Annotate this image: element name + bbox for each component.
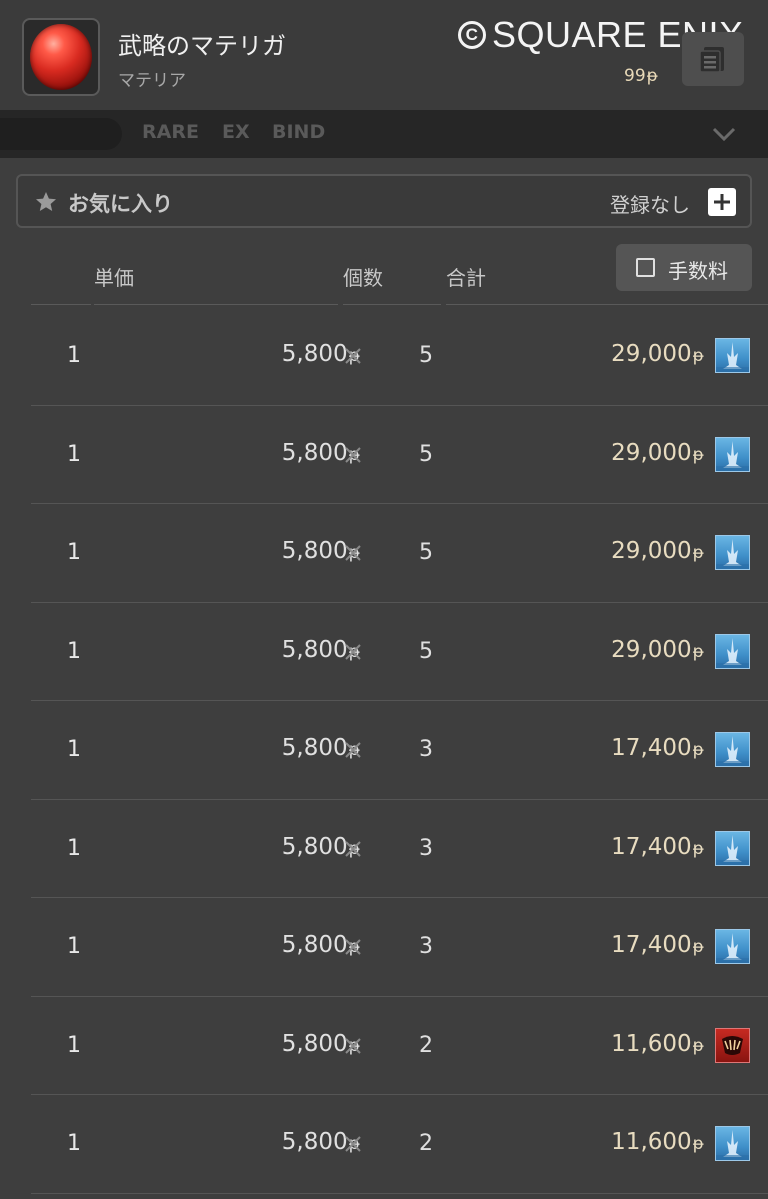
table-row[interactable]: 15,800ᵽ211,600ᵽ (31, 1095, 768, 1194)
total-price: 17,400ᵽ (611, 735, 704, 761)
total-price: 17,400ᵽ (611, 932, 704, 958)
gil-symbol: ᵽ (692, 444, 704, 465)
item-count: 5 (419, 540, 433, 565)
add-favorite-button[interactable] (708, 188, 736, 216)
favorite-bar[interactable]: お気に入り 登録なし (16, 174, 752, 228)
item-count: 3 (419, 737, 433, 762)
total-price: 29,000ᵽ (611, 341, 704, 367)
item-price-small: 99ᵽ (624, 66, 658, 86)
multiply-icon (345, 939, 361, 955)
star-icon (36, 192, 56, 211)
gil-symbol: ᵽ (692, 641, 704, 662)
plus-icon (714, 194, 730, 210)
listing-index: 1 (67, 835, 81, 861)
item-count: 3 (419, 934, 433, 959)
column-divider (343, 304, 441, 305)
total-price: 29,000ᵽ (611, 439, 704, 466)
listing-index: 1 (67, 540, 81, 565)
column-header-total: 合計 (446, 266, 486, 290)
table-row[interactable]: 15,800ᵽ529,000ᵽ (31, 504, 768, 603)
ice-spire-icon (715, 535, 750, 570)
item-count: 5 (419, 638, 433, 664)
total-price: 29,000ᵽ (611, 636, 704, 663)
multiply-icon (345, 545, 361, 561)
total-price: 11,600ᵽ (611, 1129, 704, 1155)
gil-symbol: ᵽ (692, 838, 704, 859)
filter-bar: RARE EX BIND (0, 110, 768, 158)
fee-label: 手数料 (668, 259, 728, 283)
ice-spire-icon (715, 338, 750, 373)
item-count: 3 (419, 835, 433, 861)
listing-index: 1 (67, 343, 81, 368)
favorite-label: お気に入り (68, 192, 173, 216)
ice-spire-icon (715, 830, 750, 866)
ice-spire-icon (715, 929, 750, 964)
listing-index: 1 (67, 1131, 81, 1156)
table-row[interactable]: 15,800ᵽ317,400ᵽ (31, 800, 768, 898)
ice-spire-icon (715, 436, 750, 472)
total-price: 29,000ᵽ (611, 538, 704, 564)
filter-tag-bind[interactable]: BIND (272, 121, 325, 143)
ice-spire-icon (715, 1126, 750, 1161)
multiply-icon (345, 643, 361, 660)
total-price: 11,600ᵽ (611, 1030, 704, 1057)
column-divider (446, 304, 768, 305)
listing-index: 1 (67, 441, 81, 467)
gil-symbol: ᵽ (692, 543, 704, 563)
gil-symbol: ᵽ (692, 1035, 704, 1056)
table-row[interactable]: 15,800ᵽ317,400ᵽ (31, 701, 768, 800)
item-name: 武略のマテリガ (118, 32, 286, 60)
listing-history-button[interactable] (682, 32, 744, 86)
listing-table: 15,800ᵽ529,000ᵽ15,800ᵽ529,000ᵽ15,800ᵽ529… (0, 307, 768, 1194)
multiply-icon (345, 1136, 361, 1152)
multiply-icon (345, 742, 361, 758)
filter-tag-rare[interactable]: RARE (142, 121, 199, 143)
red-crest-icon (715, 1027, 750, 1063)
table-row[interactable]: 15,800ᵽ529,000ᵽ (31, 603, 768, 701)
ice-spire-icon (715, 633, 750, 669)
gil-symbol: ᵽ (692, 346, 704, 366)
multiply-icon (345, 1037, 361, 1054)
materia-icon (22, 18, 100, 96)
table-row[interactable]: 15,800ᵽ529,000ᵽ (31, 406, 768, 504)
item-count: 2 (419, 1131, 433, 1156)
gil-symbol: ᵽ (646, 66, 658, 86)
total-price: 17,400ᵽ (611, 833, 704, 860)
multiply-icon (345, 840, 361, 857)
item-count: 5 (419, 343, 433, 368)
item-category: マテリア (118, 71, 186, 91)
document-list-icon (699, 47, 724, 73)
column-header-count: 個数 (343, 266, 383, 290)
fee-toggle-button[interactable]: 手数料 (616, 244, 752, 291)
listing-index: 1 (67, 737, 81, 762)
fee-checkbox[interactable] (636, 258, 655, 277)
gil-symbol: ᵽ (692, 937, 704, 957)
filter-search-pill[interactable] (0, 118, 122, 150)
gil-symbol: ᵽ (692, 740, 704, 760)
column-divider (94, 304, 338, 305)
ice-spire-icon (715, 732, 750, 767)
favorite-status: 登録なし (610, 193, 690, 217)
item-count: 5 (419, 441, 433, 467)
copyright-icon: C (458, 21, 486, 49)
multiply-icon (345, 446, 361, 463)
item-count: 2 (419, 1032, 433, 1058)
column-divider (31, 304, 91, 305)
listing-index: 1 (67, 934, 81, 959)
table-row[interactable]: 15,800ᵽ529,000ᵽ (31, 307, 768, 406)
table-row[interactable]: 15,800ᵽ211,600ᵽ (31, 997, 768, 1095)
listing-index: 1 (67, 1032, 81, 1058)
multiply-icon (345, 348, 361, 364)
listing-index: 1 (67, 638, 81, 664)
table-row[interactable]: 15,800ᵽ317,400ᵽ (31, 898, 768, 997)
chevron-down-icon[interactable] (710, 122, 738, 146)
column-header-unit-price: 単価 (94, 266, 134, 290)
item-header: 武略のマテリガ マテリア C SQUARE ENIX 99ᵽ (0, 0, 768, 110)
gil-symbol: ᵽ (692, 1134, 704, 1154)
filter-tag-ex[interactable]: EX (222, 121, 250, 143)
